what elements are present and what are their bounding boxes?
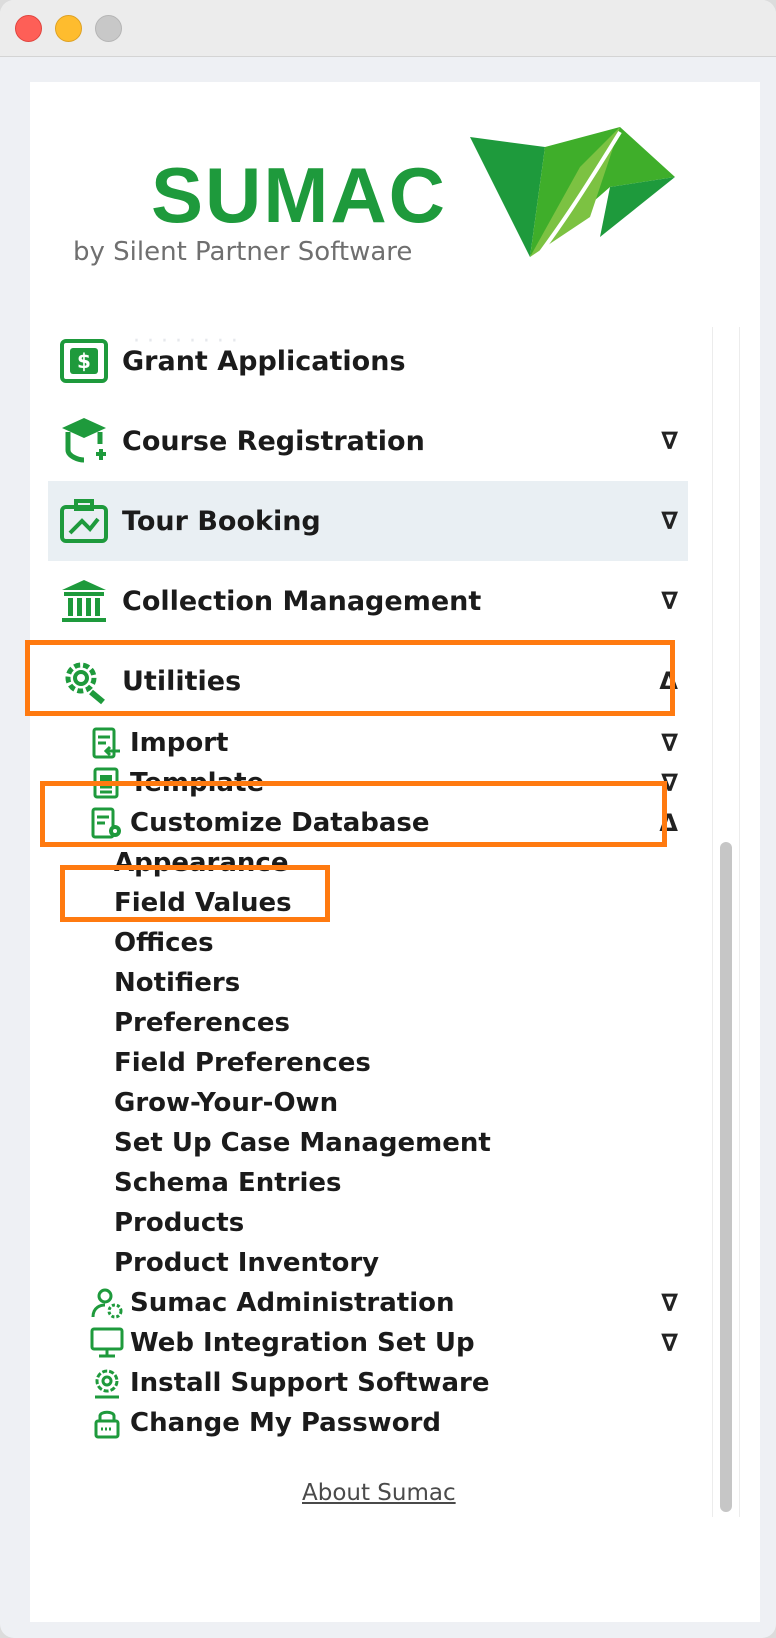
grant-icon: $ [58, 335, 110, 387]
menu-item-label: Change My Password [130, 1408, 441, 1438]
collapse-icon[interactable]: Δ [659, 667, 678, 695]
menu-item-label: Customize Database [130, 808, 430, 838]
menu-item-change-my-password[interactable]: Change My Password [48, 1403, 688, 1443]
svg-text:$: $ [77, 349, 91, 373]
menu-item-label: Preferences [114, 1008, 290, 1038]
menu-item-offices[interactable]: Offices [48, 923, 688, 963]
menu-item-web-integration-set-up[interactable]: Web Integration Set Up ∇ [48, 1323, 688, 1363]
gear-wrench-icon [58, 655, 110, 707]
import-icon [90, 726, 124, 760]
menu-item-grow-your-own[interactable]: Grow-Your-Own [48, 1083, 688, 1123]
database-gear-icon [90, 806, 124, 840]
monitor-icon [90, 1326, 124, 1360]
expand-icon[interactable]: ∇ [661, 507, 678, 535]
admin-user-icon [90, 1286, 124, 1320]
menu-item-appearance[interactable]: Appearance [48, 843, 688, 883]
menu-item-label: Product Inventory [114, 1248, 380, 1278]
leaf-logo-icon [470, 127, 675, 269]
menu-item-utilities[interactable]: Utilities Δ [48, 641, 688, 721]
course-icon [58, 415, 110, 467]
menu-item-label: Utilities [122, 665, 242, 697]
menu-item-label: Web Integration Set Up [130, 1328, 475, 1358]
expand-icon[interactable]: ∇ [661, 1329, 678, 1357]
scrollbar-thumb[interactable] [720, 842, 732, 1512]
menu-item-label: Tour Booking [122, 505, 321, 537]
title-bar [0, 0, 776, 57]
menu-item-label: Import [130, 728, 229, 758]
support-gear-icon [90, 1366, 124, 1400]
collapse-icon[interactable]: Δ [659, 809, 678, 837]
menu-item-field-values[interactable]: Field Values [48, 883, 688, 923]
expand-icon[interactable]: ∇ [661, 1289, 678, 1317]
menu-item-label: Notifiers [114, 968, 241, 998]
menu-item-customize-database[interactable]: Customize Database Δ [48, 803, 688, 843]
sumac-logo: SUMAC by Silent Partner Software [70, 122, 710, 332]
menu-item-tour-booking[interactable]: Tour Booking ∇ [48, 481, 688, 561]
menu-item-label: Set Up Case Management [114, 1128, 491, 1158]
menu-item-grant-applications[interactable]: $ Grant Applications [48, 327, 688, 401]
menu-item-preferences[interactable]: Preferences [48, 1003, 688, 1043]
menu-item-label: Collection Management [122, 585, 482, 617]
brand-tagline: by Silent Partner Software [73, 237, 413, 267]
expand-icon[interactable]: ∇ [661, 729, 678, 757]
menu-item-label: Template [130, 768, 265, 798]
menu-item-collection-management[interactable]: Collection Management ∇ [48, 561, 688, 641]
menu-item-schema-entries[interactable]: Schema Entries [48, 1163, 688, 1203]
navigation-panel: SUMAC by Silent Partner Software · · · ·… [30, 82, 760, 1622]
menu-item-import[interactable]: Import ∇ [48, 723, 688, 763]
expand-icon[interactable]: ∇ [661, 427, 678, 455]
zoom-window-button[interactable] [95, 15, 122, 42]
menu-item-label: Field Preferences [114, 1048, 371, 1078]
menu-item-products[interactable]: Products [48, 1203, 688, 1243]
tour-icon [58, 495, 110, 547]
lock-icon [90, 1406, 124, 1440]
close-window-button[interactable] [15, 15, 42, 42]
expand-icon[interactable]: ∇ [661, 587, 678, 615]
menu-item-label: Install Support Software [130, 1368, 490, 1398]
expand-icon[interactable]: ∇ [661, 769, 678, 797]
menu-item-field-preferences[interactable]: Field Preferences [48, 1043, 688, 1083]
menu-item-notifiers[interactable]: Notifiers [48, 963, 688, 1003]
menu-item-label: Sumac Administration [130, 1288, 455, 1318]
menu-item-label: Course Registration [122, 425, 425, 457]
menu-item-template[interactable]: Template ∇ [48, 763, 688, 803]
menu-item-label: Field Values [114, 888, 292, 918]
menu-item-label: Schema Entries [114, 1168, 342, 1198]
menu-item-label: Grant Applications [122, 345, 406, 377]
template-icon [90, 766, 124, 800]
brand-name: SUMAC [151, 151, 447, 239]
menu-item-set-up-case-management[interactable]: Set Up Case Management [48, 1123, 688, 1163]
menu-item-product-inventory[interactable]: Product Inventory [48, 1243, 688, 1283]
menu-list: · · · · · · · · $ Grant Applications Cou… [48, 327, 688, 1517]
about-sumac-link[interactable]: About Sumac [302, 1480, 456, 1506]
menu-item-install-support-software[interactable]: Install Support Software [48, 1363, 688, 1403]
menu-item-label: Grow-Your-Own [114, 1088, 339, 1118]
menu-item-label: Appearance [114, 848, 289, 878]
menu-item-label: Products [114, 1208, 245, 1238]
minimize-window-button[interactable] [55, 15, 82, 42]
museum-icon [58, 575, 110, 627]
app-window: SUMAC by Silent Partner Software · · · ·… [0, 0, 776, 1638]
menu-item-sumac-administration[interactable]: Sumac Administration ∇ [48, 1283, 688, 1323]
menu-item-label: Offices [114, 928, 214, 958]
menu-item-course-registration[interactable]: Course Registration ∇ [48, 401, 688, 481]
